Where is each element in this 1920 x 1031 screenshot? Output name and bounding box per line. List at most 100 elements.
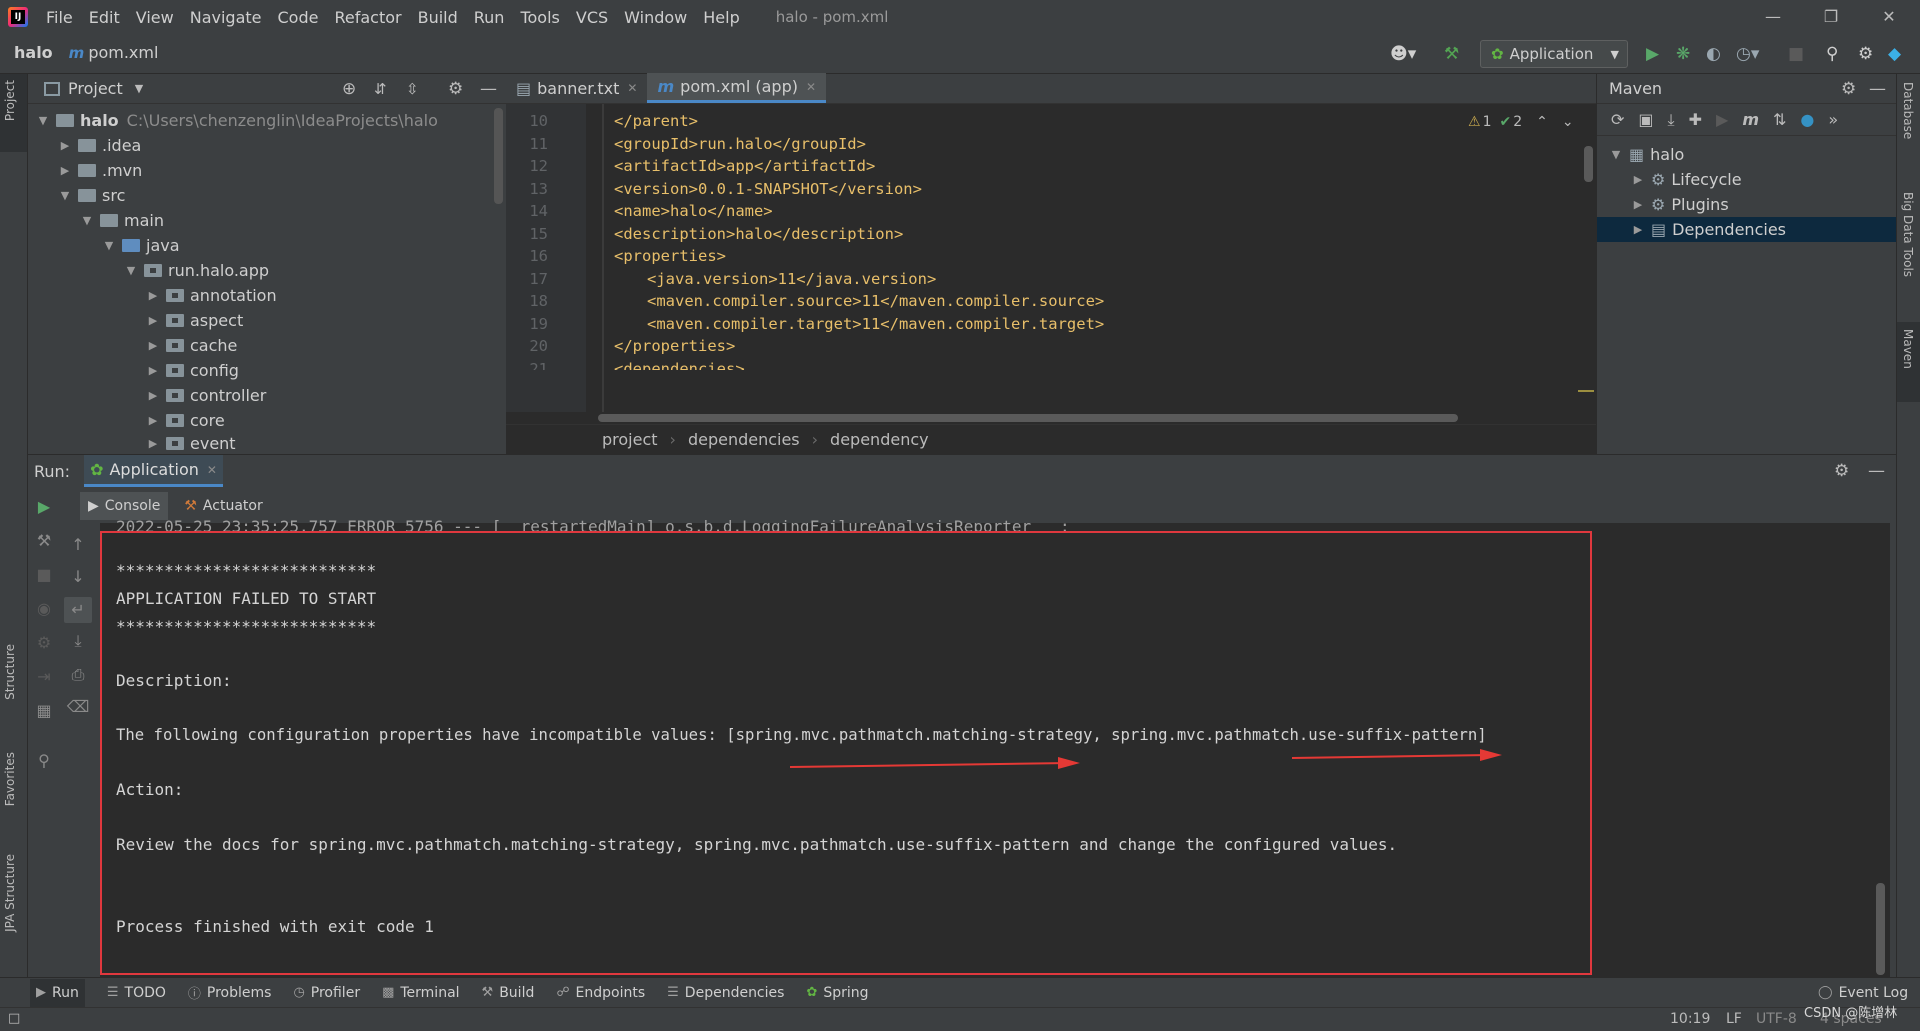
stop-icon[interactable]: ■ — [1788, 44, 1804, 64]
project-scrollbar[interactable] — [494, 108, 503, 204]
close-icon[interactable]: ✕ — [806, 80, 816, 94]
toolbox-icon[interactable]: ◆ — [1888, 44, 1901, 64]
subtab-console[interactable]: ▶ Console — [80, 492, 169, 520]
side-tab-jpa-structure[interactable]: JPA Structure — [3, 854, 17, 932]
hide-icon[interactable]: — — [1868, 461, 1885, 481]
tree-node[interactable]: ▶ aspect — [146, 308, 243, 333]
search-icon[interactable]: ⚲ — [1826, 44, 1838, 64]
run-icon[interactable]: ▶ — [1716, 110, 1728, 129]
side-tab-maven[interactable]: Maven — [1901, 329, 1915, 369]
tool-terminal[interactable]: ▩ Terminal — [382, 985, 459, 1001]
tool-run[interactable]: ▶ Run — [30, 978, 85, 1007]
more-icon[interactable]: » — [1828, 110, 1838, 129]
reload-icon[interactable]: ⟳ — [1611, 110, 1624, 129]
tree-node[interactable]: ▶ controller — [146, 383, 267, 408]
line-separator[interactable]: LF — [1726, 1011, 1742, 1027]
maven-root[interactable]: ▼ ▦ halo — [1609, 142, 1685, 167]
crumb-dependencies[interactable]: dependencies — [688, 430, 800, 449]
console-output[interactable]: 2022-05-25 23:35:25.757 ERROR 5756 --- [… — [100, 517, 1890, 978]
menu-view[interactable]: View — [136, 8, 174, 27]
rerun-icon[interactable]: ▶ — [32, 497, 56, 516]
tool-profiler[interactable]: ◷ Profiler — [293, 985, 360, 1001]
skip-tests-icon[interactable]: ● — [1800, 110, 1814, 129]
pin-icon[interactable]: ⚲ — [32, 751, 56, 770]
add-icon[interactable]: ✚ — [1689, 110, 1702, 129]
restore-icon[interactable]: ❐ — [1808, 0, 1854, 34]
menu-file[interactable]: File — [46, 8, 73, 27]
menu-vcs[interactable]: VCS — [576, 8, 608, 27]
soft-wrap-icon[interactable]: ↵ — [64, 597, 92, 623]
tool-build[interactable]: ⚒ Build — [482, 985, 535, 1001]
generate-sources-icon[interactable]: ▣ — [1638, 110, 1653, 129]
run-tab-application[interactable]: ✿ Application ✕ — [84, 455, 223, 487]
wrench-icon[interactable]: ⚒ — [32, 531, 56, 550]
tree-node[interactable]: ▶ core — [146, 408, 225, 433]
hide-icon[interactable]: — — [1869, 79, 1886, 99]
breadcrumb-file[interactable]: pom.xml — [88, 43, 158, 62]
hide-icon[interactable]: — — [480, 79, 497, 99]
tree-node[interactable]: ▼ src — [58, 183, 126, 208]
close-icon[interactable]: ✕ — [1866, 0, 1912, 34]
tool-problems[interactable]: ⓘ Problems — [188, 983, 272, 1003]
editor-v-scrollbar[interactable] — [1584, 146, 1593, 182]
menu-run[interactable]: Run — [474, 8, 505, 27]
breadcrumb-project[interactable]: halo — [14, 43, 53, 62]
tree-node[interactable]: ▼ java — [102, 233, 180, 258]
tool-endpoints[interactable]: ☍ Endpoints — [556, 985, 645, 1001]
tree-node[interactable]: ▶ event — [146, 433, 236, 454]
menu-navigate[interactable]: Navigate — [190, 8, 262, 27]
subtab-actuator[interactable]: ⚒ Actuator — [184, 498, 262, 514]
console-scrollbar[interactable] — [1876, 883, 1885, 975]
side-tab-project[interactable]: Project — [3, 80, 17, 121]
chevron-down-icon[interactable]: ▼ — [135, 82, 143, 95]
toggle-tool-windows-icon[interactable]: □ — [8, 1011, 20, 1026]
file-encoding[interactable]: UTF-8 — [1756, 1011, 1797, 1027]
menu-refactor[interactable]: Refactor — [334, 8, 401, 27]
maven-goal-icon[interactable]: m — [1742, 110, 1759, 129]
tree-root-halo[interactable]: ▼ halo C:\Users\chenzenglin\IdeaProjects… — [36, 108, 438, 133]
tab-pom-xml[interactable]: m pom.xml (app) ✕ — [647, 73, 827, 103]
arrow-up-icon[interactable]: ↑ — [66, 535, 90, 554]
caret-position[interactable]: 10:19 — [1670, 1011, 1710, 1027]
tree-node[interactable]: ▶ annotation — [146, 283, 277, 308]
debug-settings-icon[interactable]: ⚙ — [32, 633, 56, 652]
stop-icon[interactable]: ■ — [32, 565, 56, 584]
menu-code[interactable]: Code — [278, 8, 319, 27]
run-config-select[interactable]: ✿ Application ▼ — [1480, 40, 1628, 68]
menu-window[interactable]: Window — [624, 8, 687, 27]
profile-icon[interactable]: ◷▾ — [1736, 44, 1759, 64]
maven-item-dependencies[interactable]: ▶ ▤ Dependencies — [1631, 217, 1786, 242]
editor-h-scrollbar[interactable] — [598, 414, 1458, 422]
tool-todo[interactable]: ☰ TODO — [107, 985, 166, 1001]
side-tab-favorites[interactable]: Favorites — [3, 752, 17, 806]
crumb-dependency[interactable]: dependency — [830, 430, 929, 449]
debug-icon[interactable]: ❋ — [1676, 44, 1690, 64]
tool-dependencies[interactable]: ☰ Dependencies — [667, 985, 784, 1001]
settings-gear-icon[interactable]: ⚙ — [448, 79, 463, 99]
tree-node[interactable]: ▶ .mvn — [58, 158, 143, 183]
print-icon[interactable]: ⎙ — [66, 665, 90, 685]
tool-event-log[interactable]: ◯ Event Log — [1818, 985, 1908, 1001]
camera-icon[interactable]: ◉ — [32, 599, 56, 618]
menu-build[interactable]: Build — [418, 8, 458, 27]
minimize-icon[interactable]: — — [1750, 0, 1796, 34]
locate-icon[interactable]: ⊕ — [342, 79, 356, 99]
crumb-project[interactable]: project — [602, 430, 658, 449]
exit-icon[interactable]: ⇥ — [32, 667, 56, 686]
settings-gear-icon[interactable]: ⚙ — [1858, 44, 1873, 64]
side-tab-big-data-tools[interactable]: Big Data Tools — [1901, 192, 1915, 277]
tree-node[interactable]: ▶ cache — [146, 333, 238, 358]
scroll-to-end-icon[interactable]: ⤓ — [66, 631, 90, 651]
vcs-user-icon[interactable]: ☻▾ — [1390, 44, 1416, 64]
menu-tools[interactable]: Tools — [520, 8, 559, 27]
close-icon[interactable]: ✕ — [627, 81, 637, 95]
tree-node[interactable]: ▼ run.halo.app — [124, 258, 269, 283]
expand-all-icon[interactable]: ⇵ — [374, 80, 387, 98]
layout-icon[interactable]: ▦ — [32, 701, 56, 720]
close-icon[interactable]: ✕ — [207, 463, 217, 477]
trash-icon[interactable]: ⌫ — [66, 697, 90, 716]
tree-node[interactable]: ▶ .idea — [58, 133, 142, 158]
maven-item-plugins[interactable]: ▶ ⚙ Plugins — [1631, 192, 1729, 217]
settings-gear-icon[interactable]: ⚙ — [1834, 461, 1849, 481]
arrow-down-icon[interactable]: ↓ — [66, 567, 90, 586]
